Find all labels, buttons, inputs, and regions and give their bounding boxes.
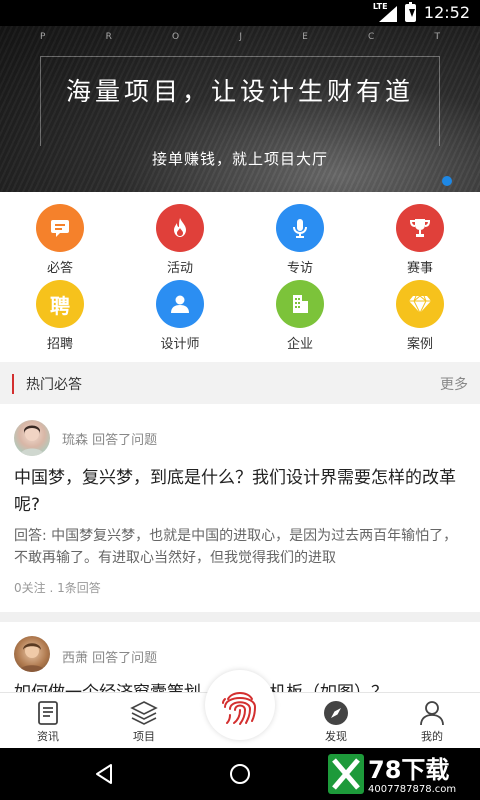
section-title: 热门必答 [26,377,82,393]
category-huodong[interactable]: 活动 [120,192,240,276]
banner-letters: P R O J E C T [40,32,440,42]
more-link[interactable]: 更多 [440,374,468,394]
chat-icon [36,204,84,252]
category-label: 案例 [406,337,433,352]
action-text: 回答了问题 [92,433,158,448]
category-grid: 必答 活动 专访 赛事 聘 招聘 设计师 企业 案例 [0,192,480,358]
post-stats: 0关注 . 1条回答 [14,581,101,595]
building-icon [276,280,324,328]
carousel-indicator[interactable] [442,176,452,186]
clock: 12:52 [423,3,470,22]
category-saishi[interactable]: 赛事 [360,192,480,276]
home-icon[interactable] [228,762,252,786]
compass-icon [322,699,350,727]
tab-mine[interactable]: 我的 [384,693,480,749]
divider [0,612,480,622]
watermark-logo-icon: 78下载 4007787878.com [328,754,456,795]
category-zhuanfang[interactable]: 专访 [240,192,360,276]
recruit-glyph: 聘 [50,293,70,318]
watermark-url: 4007787878.com [368,784,456,795]
category-company[interactable]: 企业 [240,268,360,352]
post-meta: 琉森 回答了问题 [62,429,157,448]
status-bar: LTE 12:52 [0,0,480,26]
username[interactable]: 琉森 [62,433,88,448]
profile-icon [418,699,446,727]
flame-icon [156,204,204,252]
avatar[interactable] [14,636,50,672]
banner-letter: E [302,32,308,42]
answer-excerpt[interactable]: 回答: 中国梦复兴梦，也就是中国的进取心，是因为过去两百年输怕了，不敢再输了。有… [14,525,466,569]
banner-letter: C [368,32,375,42]
battery-icon [404,1,416,22]
post-card[interactable]: 琉森 回答了问题 中国梦，复兴梦，到底是什么？我们设计界需要怎样的改革呢? 回答… [0,404,480,610]
tab-label: 项目 [133,730,155,743]
section-accent [12,374,14,394]
username[interactable]: 西萧 [62,651,88,666]
tab-news[interactable]: 资讯 [0,693,96,749]
banner-letter: P [40,32,46,42]
person-icon [156,280,204,328]
recruit-icon: 聘 [36,280,84,328]
banner-letter: O [172,32,180,42]
banner-letter: R [105,32,112,42]
banner-subline: 接单赚钱，就上项目大厅 [151,150,328,168]
tab-label: 发现 [325,730,347,743]
category-label: 企业 [286,337,313,352]
category-label: 招聘 [46,337,73,352]
post-meta: 西萧 回答了问题 [62,647,157,666]
watermark: 78下载 4007787878.com [328,754,476,796]
category-bida[interactable]: 必答 [0,192,120,276]
category-case[interactable]: 案例 [360,268,480,352]
banner-letter: T [434,32,440,42]
tab-discover[interactable]: 发现 [288,693,384,749]
signal-icon: LTE [373,2,397,22]
diamond-icon [396,280,444,328]
hot-answers-header: 热门必答 更多 [0,362,480,404]
category-designer[interactable]: 设计师 [120,268,240,352]
news-icon [34,699,62,727]
avatar[interactable] [14,420,50,456]
watermark-brand: 78下载 [368,756,449,784]
banner-headline: 海量项目，让设计生财有道 [65,77,414,106]
tab-label: 我的 [421,730,443,743]
banner-letter: J [239,32,242,42]
tab-label: 资讯 [37,730,59,743]
category-zhaopin[interactable]: 聘 招聘 [0,268,120,352]
layers-icon [130,699,158,727]
trophy-icon [396,204,444,252]
action-text: 回答了问题 [92,651,158,666]
microphone-icon [276,204,324,252]
fingerprint-button[interactable] [205,670,275,740]
system-nav-bar: 78下载 4007787878.com [0,748,480,800]
tab-projects[interactable]: 项目 [96,693,192,749]
category-label: 设计师 [160,337,200,352]
back-icon[interactable] [92,762,116,786]
question-title[interactable]: 中国梦，复兴梦，到底是什么？我们设计界需要怎样的改革呢? [14,465,466,519]
promo-banner[interactable]: P R O J E C T 海量项目，让设计生财有道 接单赚钱，就上项目大厅 [0,26,480,192]
fingerprint-icon [222,692,257,725]
